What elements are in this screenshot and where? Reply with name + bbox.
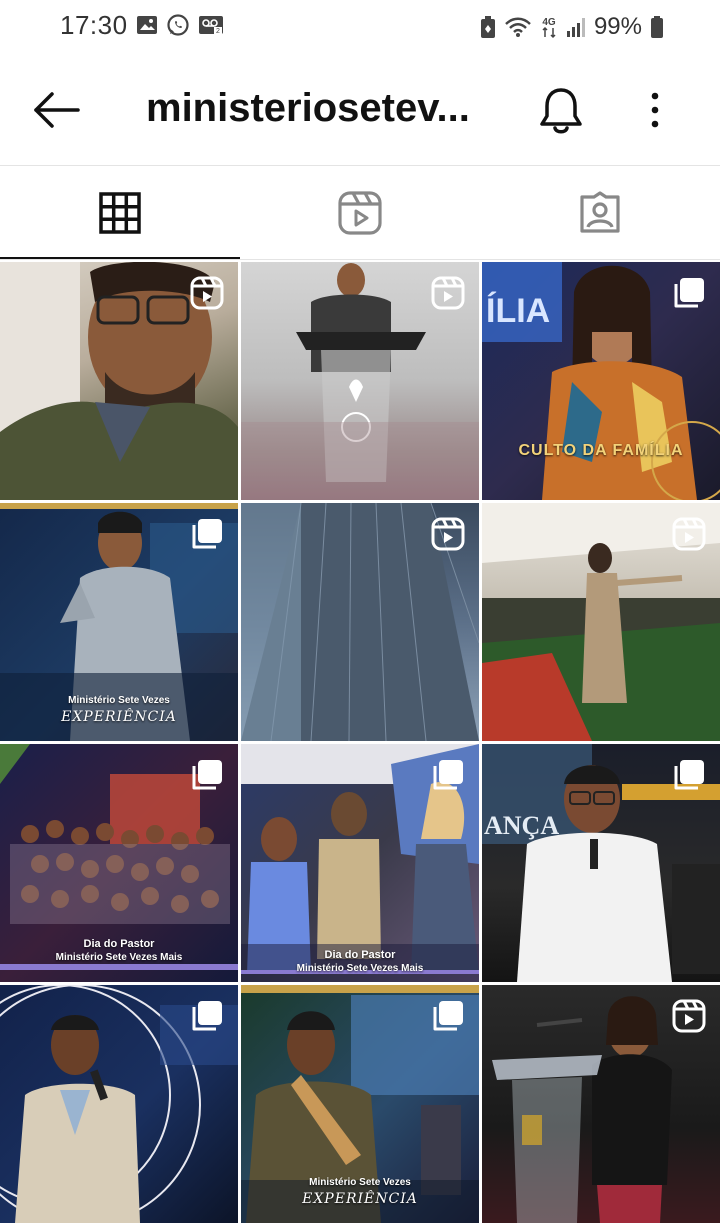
- signal-icon: [566, 18, 585, 37]
- notifications-button[interactable]: [536, 84, 586, 138]
- wifi-icon: [505, 17, 531, 37]
- post-tile[interactable]: Ministério Sete Vezes EXPERIÊNCIA: [241, 985, 479, 1223]
- network-4g-icon: 4G: [542, 17, 556, 39]
- carousel-icon: [192, 1001, 222, 1031]
- status-bar: 17:30 2 4G 99%: [0, 0, 720, 52]
- post-caption: Ministério Sete Vezes Mais: [296, 963, 424, 974]
- whatsapp-icon: [167, 14, 189, 36]
- post-caption: Ministério Sete Vezes Mais: [55, 952, 183, 963]
- reels-icon: [431, 517, 465, 551]
- post-tile[interactable]: [0, 985, 238, 1223]
- back-button[interactable]: [30, 88, 82, 132]
- status-time: 17:30: [60, 10, 128, 40]
- voicemail-icon: 2: [199, 16, 223, 35]
- arrow-left-icon: [34, 92, 80, 128]
- posts-grid: ÍLIA CULTO DA FAMÍLIA Ministério Sete Ve…: [0, 262, 720, 1226]
- carousel-icon: [433, 760, 463, 790]
- post-tile[interactable]: [241, 503, 479, 741]
- carousel-icon: [192, 760, 222, 790]
- reels-icon: [338, 191, 382, 235]
- post-tile[interactable]: Ministério Sete Vezes EXPERIÊNCIA: [0, 503, 238, 741]
- post-caption-top: Ministério Sete Vezes: [68, 695, 170, 706]
- battery-percent: 99%: [593, 13, 642, 40]
- carousel-icon: [674, 278, 704, 308]
- tab-posts-grid[interactable]: [0, 166, 240, 260]
- reels-icon: [672, 999, 706, 1033]
- post-tile[interactable]: Dia do Pastor Ministério Sete Vezes Mais: [241, 744, 479, 982]
- tagged-icon: [580, 191, 620, 233]
- post-tile[interactable]: [482, 985, 720, 1223]
- reels-icon: [672, 517, 706, 551]
- svg-text:2: 2: [216, 28, 220, 35]
- profile-header: ministeriosetev...: [0, 62, 720, 162]
- battery-saver-icon: [480, 16, 495, 38]
- tabs-divider: [0, 259, 720, 260]
- post-caption: CULTO DA FAMÍLIA: [518, 442, 684, 459]
- post-tile[interactable]: [0, 262, 238, 500]
- svg-text:ANÇA: ANÇA: [484, 811, 559, 840]
- reels-icon: [431, 276, 465, 310]
- battery-icon: [651, 16, 663, 38]
- carousel-icon: [674, 760, 704, 790]
- svg-text:4G: 4G: [542, 17, 556, 28]
- bell-icon: [540, 88, 582, 134]
- grid-icon: [99, 192, 141, 234]
- post-tile[interactable]: [241, 262, 479, 500]
- svg-text:ÍLIA: ÍLIA: [486, 292, 550, 330]
- post-caption: EXPERIÊNCIA: [61, 709, 177, 725]
- carousel-icon: [192, 519, 222, 549]
- image-icon: [137, 16, 157, 34]
- profile-username: ministeriosetev...: [146, 86, 470, 130]
- post-caption-top: Dia do Pastor: [324, 949, 396, 961]
- post-tile[interactable]: ANÇA: [482, 744, 720, 982]
- post-caption-top: Dia do Pastor: [83, 938, 155, 950]
- tab-reels[interactable]: [240, 166, 480, 260]
- reels-icon: [190, 276, 224, 310]
- status-right-icons: 4G 99%: [480, 13, 664, 41]
- carousel-icon: [433, 1001, 463, 1031]
- post-tile[interactable]: [482, 503, 720, 741]
- profile-tabs: [0, 166, 720, 260]
- tab-tagged[interactable]: [480, 166, 720, 260]
- post-caption: EXPERIÊNCIA: [302, 1191, 418, 1207]
- more-vertical-icon: [651, 92, 659, 128]
- more-options-button[interactable]: [640, 88, 670, 132]
- status-left-icons: 2: [136, 13, 224, 37]
- post-caption-top: Ministério Sete Vezes: [309, 1177, 411, 1188]
- post-tile[interactable]: ÍLIA CULTO DA FAMÍLIA: [482, 262, 720, 500]
- post-tile[interactable]: Dia do Pastor Ministério Sete Vezes Mais: [0, 744, 238, 982]
